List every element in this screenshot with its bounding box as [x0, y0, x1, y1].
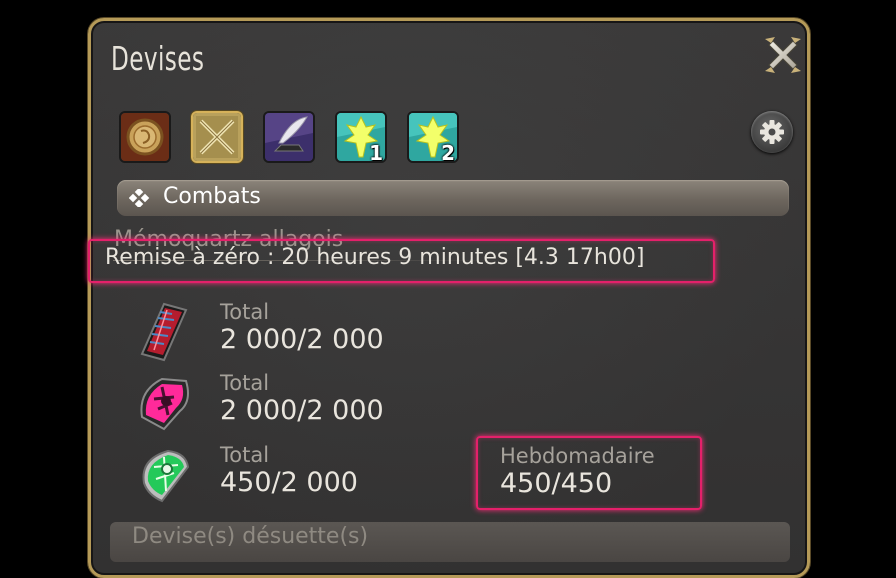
close-icon[interactable] [763, 35, 803, 75]
weekly-label: Hebdomadaire [500, 444, 655, 468]
gil-coin-icon[interactable] [119, 111, 171, 163]
reset-timer: Remise à zéro : 20 heures 9 minutes [4.3… [105, 245, 645, 270]
row-label: Total [220, 300, 270, 324]
tomestone-1-icon[interactable]: 1 [335, 111, 387, 163]
row-value: 2 000/2 000 [220, 395, 384, 426]
green-tomestone-icon [134, 443, 194, 507]
tab-number: 1 [369, 141, 383, 163]
pink-tomestone-icon [134, 371, 194, 435]
currency-row: Total 2 000/2 000 [128, 371, 728, 441]
gear-icon[interactable] [751, 111, 793, 153]
window-title: Devises [111, 39, 205, 78]
weekly-value: 450/450 [500, 468, 613, 499]
section-header[interactable]: Combats [117, 180, 789, 216]
obsolete-section-header[interactable]: Devise(s) désuette(s) [110, 522, 790, 562]
diamond-bullet-icon [128, 187, 151, 211]
crossed-swords-icon[interactable] [191, 111, 243, 163]
quill-anvil-icon[interactable] [263, 111, 315, 163]
obsolete-label: Devise(s) désuette(s) [132, 524, 369, 549]
row-label: Total [220, 443, 270, 467]
row-label: Total [220, 371, 270, 395]
row-value: 450/2 000 [220, 467, 358, 498]
tomestone-2-icon[interactable]: 2 [407, 111, 459, 163]
tab-number: 2 [441, 141, 455, 163]
red-tomestone-icon [134, 300, 194, 364]
currency-row: Total 2 000/2 000 [128, 300, 728, 370]
row-value: 2 000/2 000 [220, 324, 384, 355]
section-label: Combats [163, 184, 261, 209]
